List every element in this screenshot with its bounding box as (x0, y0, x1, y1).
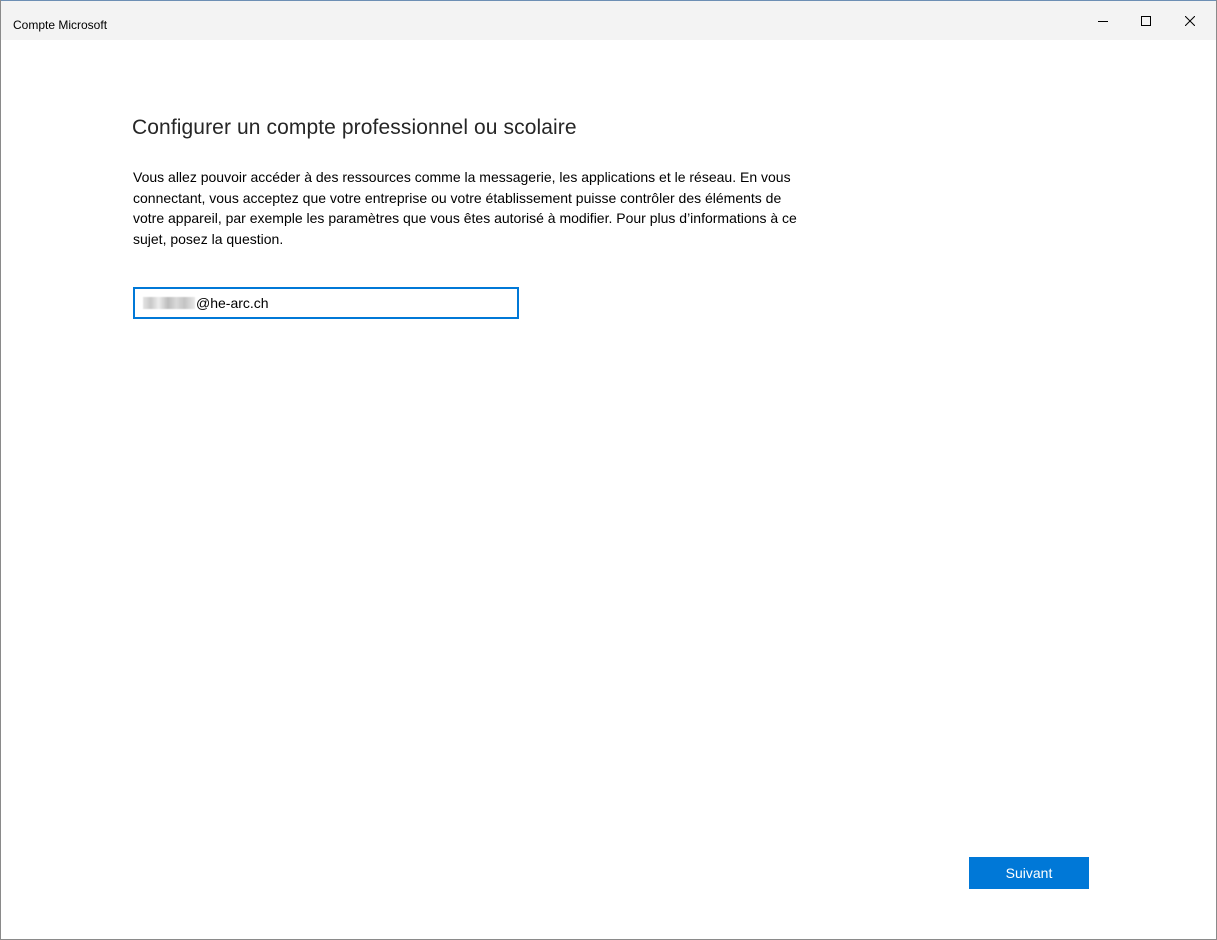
app-window: Compte Microsoft Configurer un compte pr… (0, 0, 1217, 940)
next-button[interactable]: Suivant (969, 857, 1089, 889)
minimize-icon (1098, 16, 1108, 26)
maximize-icon (1141, 16, 1151, 26)
description-text: Vous allez pouvoir accéder à des ressour… (133, 169, 797, 247)
page-title: Configurer un compte professionnel ou sc… (132, 116, 577, 139)
redacted-username (143, 297, 195, 309)
email-field-value: @he-arc.ch (196, 295, 269, 311)
title-bar[interactable]: Compte Microsoft (1, 0, 1216, 40)
close-icon (1185, 16, 1195, 26)
minimize-button[interactable] (1080, 1, 1126, 41)
close-button[interactable] (1167, 1, 1213, 41)
main-content: Configurer un compte professionnel ou sc… (1, 40, 1216, 939)
maximize-button[interactable] (1123, 1, 1169, 41)
email-field[interactable]: @he-arc.ch (133, 287, 519, 319)
window-title: Compte Microsoft (13, 18, 108, 32)
